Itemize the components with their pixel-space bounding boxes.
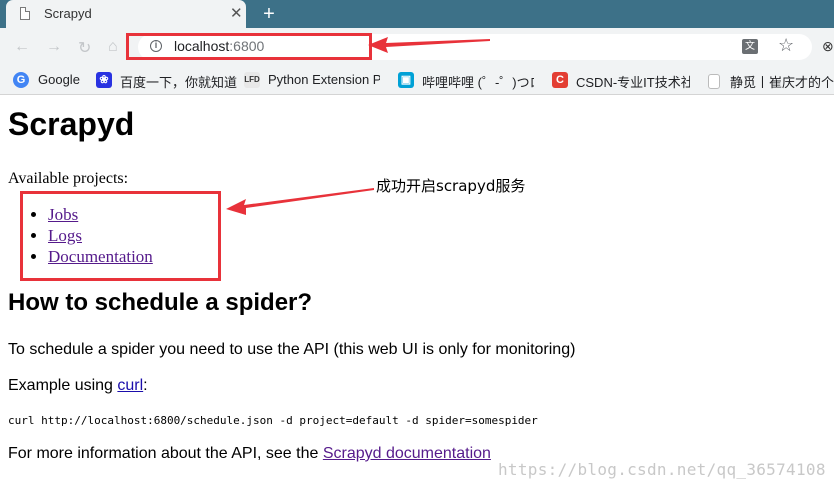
annotation-note: 成功开启scrapyd服务 <box>376 177 526 195</box>
new-tab-button[interactable]: + <box>258 3 280 25</box>
links-highlight-box <box>20 191 221 281</box>
bookmark-star-icon[interactable]: ☆ <box>778 35 794 56</box>
page-icon <box>20 7 30 20</box>
example-paragraph: Example using curl: <box>8 377 148 395</box>
home-icon[interactable]: ⌂ <box>108 38 118 56</box>
watermark: https://blog.csdn.net/qq_36574108 <box>498 460 826 479</box>
bookmark-bilibili[interactable]: 哔哩哔哩 (゜-゜)つロ <box>422 72 534 91</box>
example-prefix: Example using <box>8 377 118 394</box>
browser-tab[interactable]: Scrapyd ✕ <box>6 0 246 28</box>
bilibili-icon: ▣ <box>398 72 414 88</box>
forward-icon[interactable]: → <box>46 38 62 56</box>
links-arrow-icon <box>226 188 374 215</box>
bookmarks-bar: G Google ❀ 百度一下，你就知道 LFD Python Extensio… <box>0 66 834 95</box>
page-icon <box>708 74 720 89</box>
url-arrow-icon <box>368 37 490 53</box>
csdn-icon: C <box>552 72 568 88</box>
google-icon: G <box>13 72 29 88</box>
curl-command: curl http://localhost:6800/schedule.json… <box>8 414 538 427</box>
bookmark-cuiqingcai[interactable]: 静觅丨崔庆才的个人 <box>730 72 834 91</box>
browser-titlebar: Scrapyd ✕ + <box>0 0 834 28</box>
baidu-icon: ❀ <box>96 72 112 88</box>
extension-icon[interactable]: ⊗ <box>822 38 834 55</box>
tab-title: Scrapyd <box>44 6 92 21</box>
api-paragraph: To schedule a spider you need to use the… <box>8 341 576 358</box>
scrapyd-documentation-link[interactable]: Scrapyd documentation <box>323 445 491 462</box>
translate-icon[interactable]: 文 <box>742 39 758 54</box>
schedule-heading: How to schedule a spider? <box>8 289 313 316</box>
reload-icon[interactable]: ↻ <box>78 38 91 58</box>
example-suffix: : <box>143 377 148 394</box>
available-projects-label: Available projects: <box>8 170 129 187</box>
url-highlight-box <box>126 33 372 60</box>
bookmark-csdn[interactable]: CSDN-专业IT技术社 <box>576 72 690 91</box>
bookmark-baidu[interactable]: 百度一下，你就知道 <box>120 72 237 91</box>
bookmark-python-extension[interactable]: Python Extension P <box>268 72 380 87</box>
page-title: Scrapyd <box>8 106 135 142</box>
curl-link[interactable]: curl <box>117 377 143 394</box>
bookmark-google[interactable]: Google <box>38 72 80 87</box>
more-prefix: For more information about the API, see … <box>8 445 323 462</box>
back-icon[interactable]: ← <box>14 38 30 56</box>
tab-close-button[interactable]: ✕ <box>230 4 243 22</box>
lfd-icon: LFD <box>244 72 260 88</box>
more-info-paragraph: For more information about the API, see … <box>8 445 491 463</box>
